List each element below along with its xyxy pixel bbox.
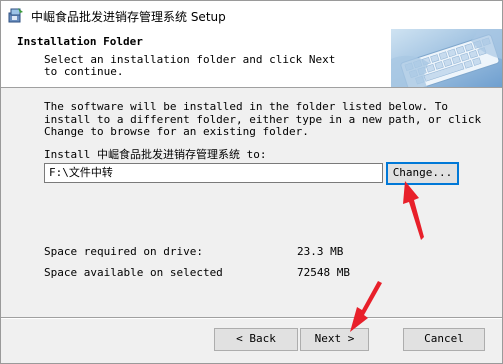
wizard-content: The software will be installed in the fo… bbox=[1, 89, 502, 317]
footer-divider bbox=[1, 317, 502, 319]
install-folder-label: Install 中崛食品批发进销存管理系统 to: bbox=[44, 148, 267, 161]
change-button[interactable]: Change... bbox=[386, 162, 459, 185]
keyboard-image bbox=[391, 29, 502, 87]
cancel-button[interactable]: Cancel bbox=[403, 328, 485, 351]
window-title: 中崛食品批发进销存管理系统 Setup bbox=[31, 10, 226, 24]
next-button[interactable]: Next > bbox=[300, 328, 369, 351]
page-title: Installation Folder bbox=[17, 35, 143, 48]
installer-icon bbox=[8, 8, 23, 23]
space-available-value: 72548 MB bbox=[297, 266, 350, 279]
space-available-label: Space available on selected bbox=[44, 266, 223, 279]
install-path-field[interactable]: F:\文件中转 bbox=[44, 163, 383, 183]
wizard-header: Installation Folder Select an installati… bbox=[1, 29, 502, 88]
space-required-value: 23.3 MB bbox=[297, 245, 344, 258]
title-bar[interactable]: 中崛食品批发进销存管理系统 Setup bbox=[1, 1, 502, 29]
back-button[interactable]: < Back bbox=[214, 328, 298, 351]
install-description: The software will be installed in the fo… bbox=[44, 100, 482, 138]
space-required-label: Space required on drive: bbox=[44, 245, 203, 258]
setup-window: 中崛食品批发进销存管理系统 Setup Installation Folder … bbox=[0, 0, 503, 364]
page-subtitle: Select an installation folder and click … bbox=[44, 53, 336, 78]
